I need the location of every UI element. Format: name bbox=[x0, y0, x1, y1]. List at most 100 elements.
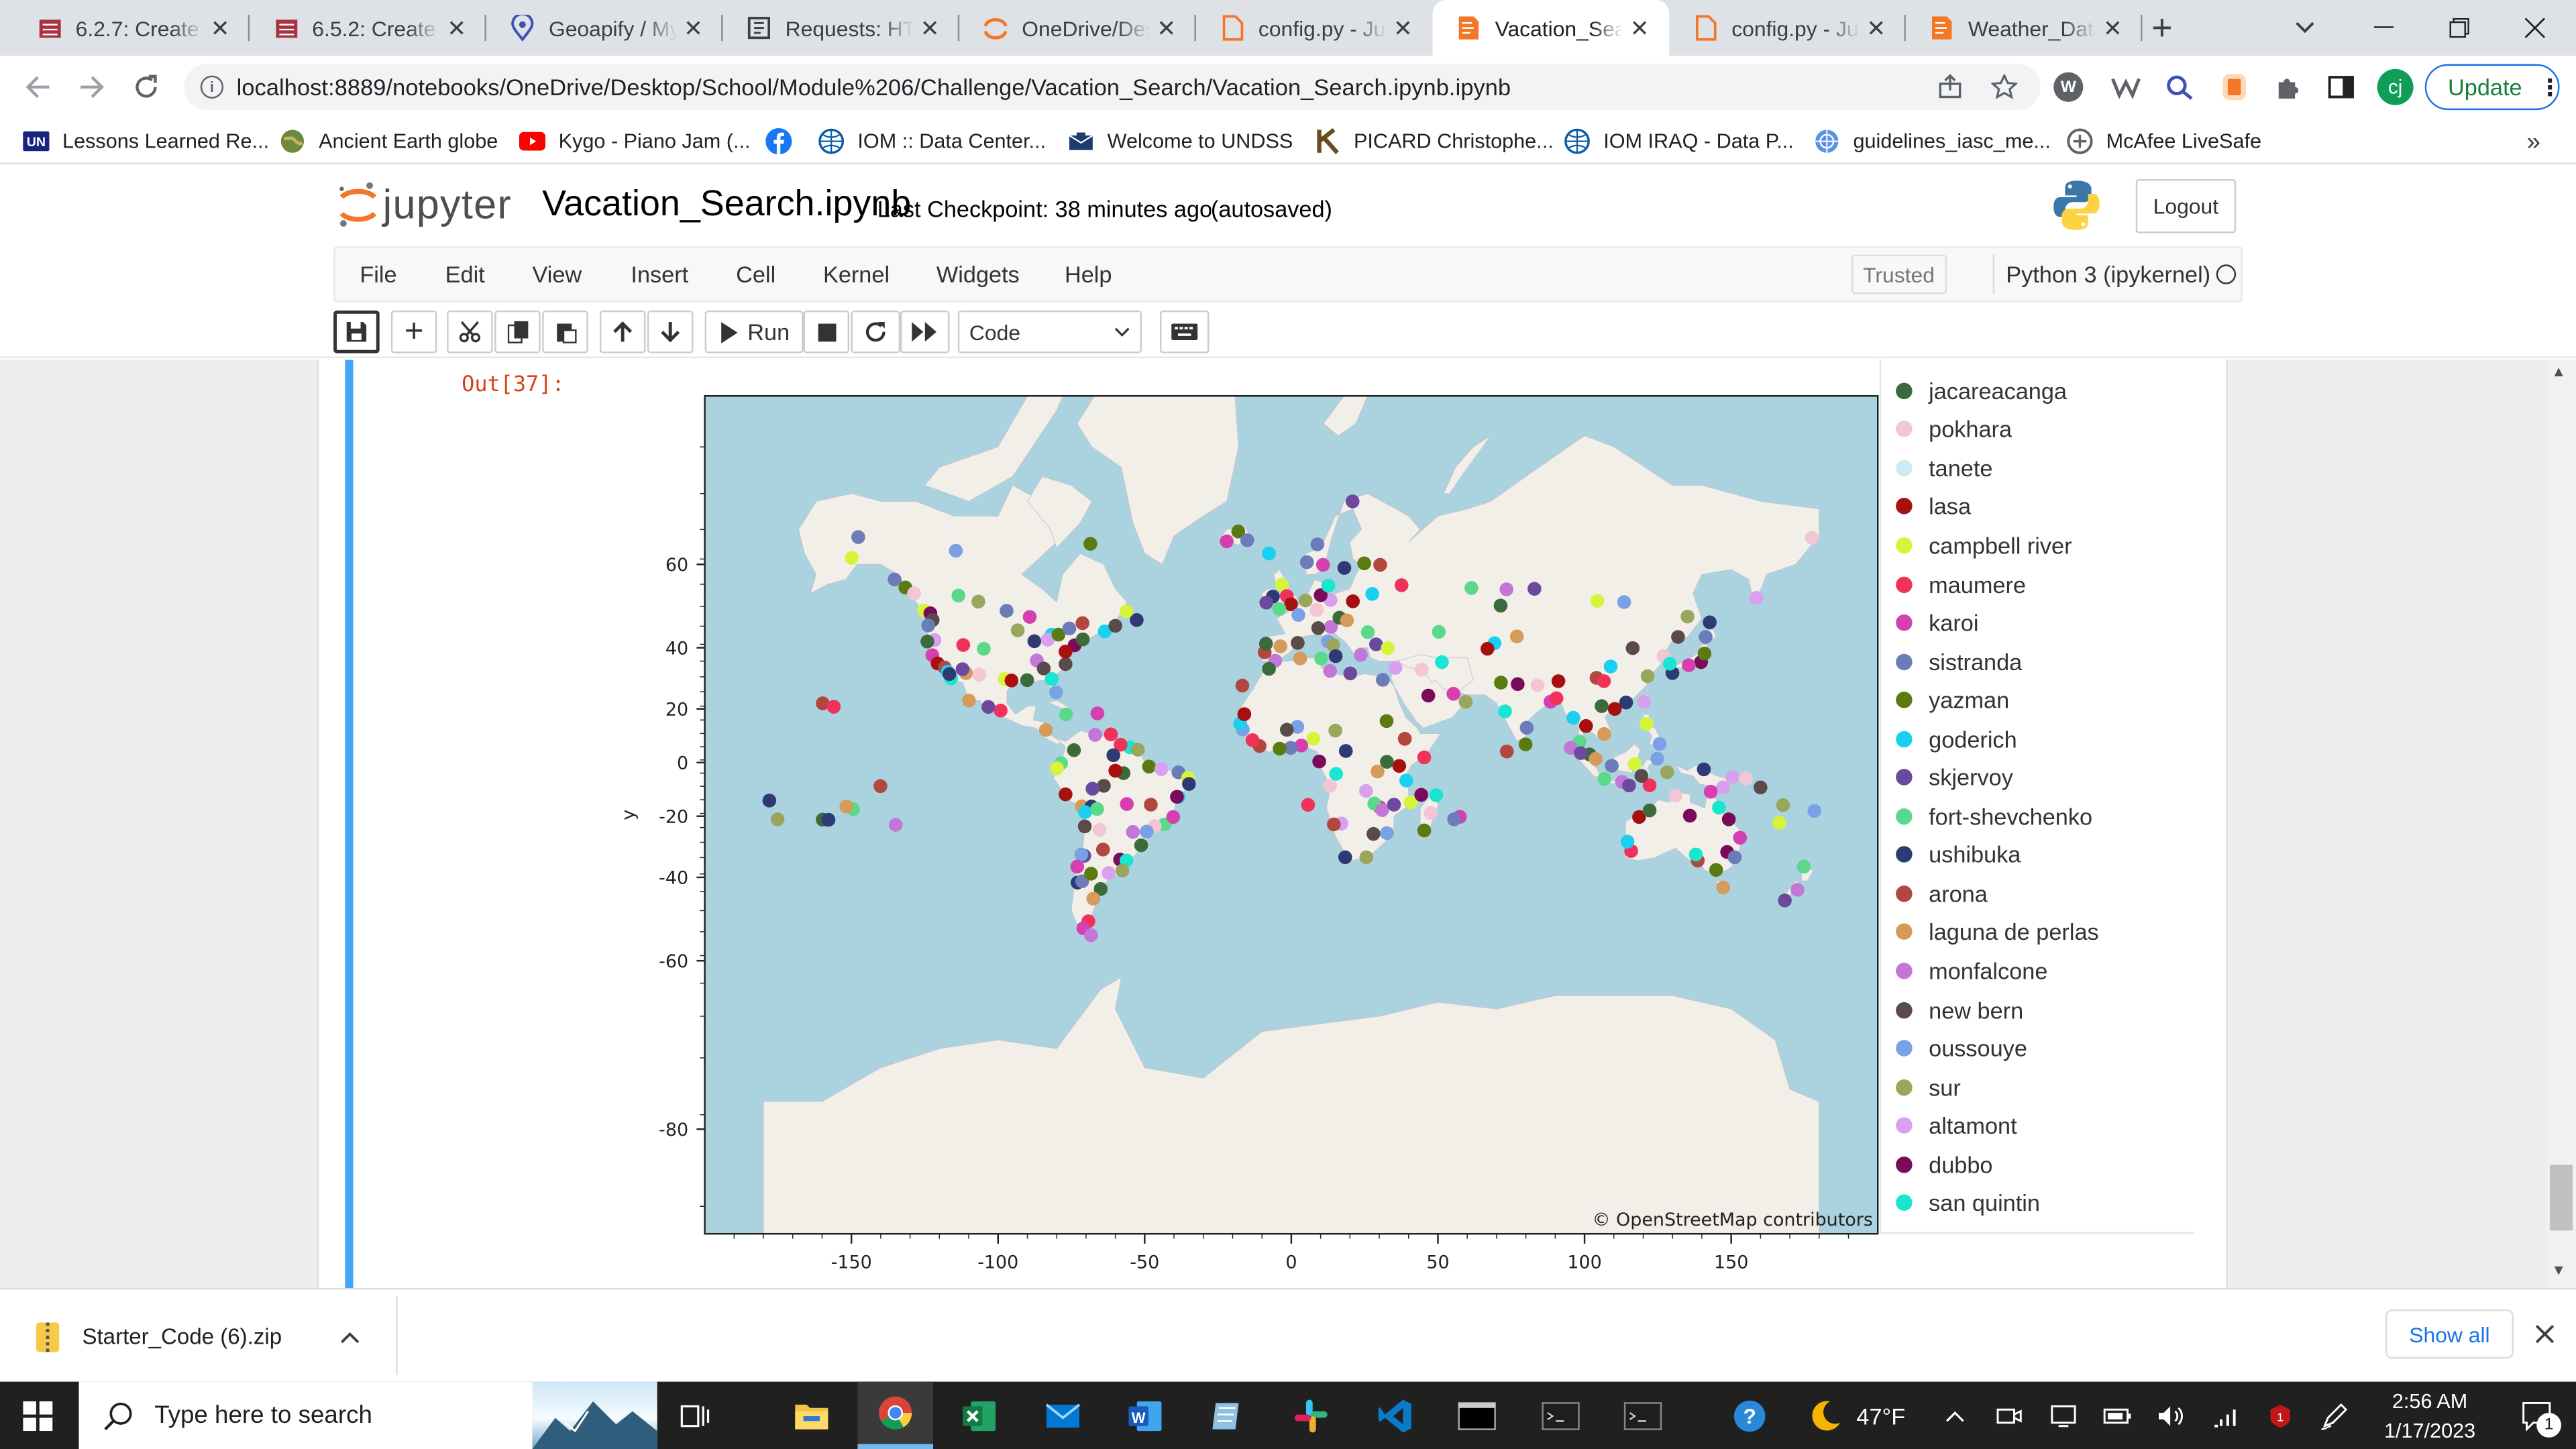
city-point[interactable] bbox=[1311, 621, 1326, 635]
city-point[interactable] bbox=[1086, 892, 1101, 906]
menu-edit[interactable]: Edit bbox=[445, 248, 485, 301]
city-point[interactable] bbox=[1392, 759, 1407, 773]
keyboard-icon[interactable] bbox=[1159, 310, 1210, 354]
city-point[interactable] bbox=[1050, 761, 1064, 775]
city-point[interactable] bbox=[1574, 746, 1588, 760]
tab-weather-data[interactable]: Weather_Data ✕ bbox=[1906, 0, 2143, 56]
city-point[interactable] bbox=[1414, 788, 1428, 802]
city-point[interactable] bbox=[1301, 798, 1316, 812]
city-point[interactable] bbox=[1530, 678, 1545, 692]
city-point[interactable] bbox=[1642, 803, 1657, 818]
city-point[interactable] bbox=[1293, 651, 1307, 665]
city-point[interactable] bbox=[921, 619, 935, 633]
city-point[interactable] bbox=[1022, 610, 1037, 624]
close-tab-icon[interactable]: ✕ bbox=[677, 14, 710, 42]
task-view-icon[interactable] bbox=[659, 1382, 735, 1449]
page-scrollbar[interactable]: ▲ ▼ bbox=[2546, 360, 2576, 1289]
city-point[interactable] bbox=[1262, 661, 1276, 676]
city-point[interactable] bbox=[1090, 706, 1105, 720]
trusted-indicator[interactable]: Trusted bbox=[1851, 254, 1947, 294]
city-point[interactable] bbox=[1519, 720, 1534, 735]
slack-icon[interactable] bbox=[1273, 1382, 1349, 1449]
city-point[interactable] bbox=[1424, 806, 1438, 820]
city-point[interactable] bbox=[1417, 823, 1432, 838]
city-point[interactable] bbox=[994, 703, 1008, 718]
city-point[interactable] bbox=[1660, 765, 1674, 780]
insert-cell-icon[interactable]: + bbox=[390, 310, 437, 354]
legend-entry[interactable]: ushibuka bbox=[1896, 836, 2021, 875]
city-point[interactable] bbox=[762, 794, 777, 808]
city-point[interactable] bbox=[1494, 676, 1508, 690]
city-point[interactable] bbox=[1518, 737, 1533, 751]
city-point[interactable] bbox=[1323, 663, 1337, 678]
bookmark-lessons-learned-re[interactable]: UN Lessons Learned Re... bbox=[23, 118, 269, 164]
city-point[interactable] bbox=[1329, 767, 1344, 781]
city-point[interactable] bbox=[1000, 604, 1014, 618]
city-point[interactable] bbox=[1020, 673, 1034, 688]
scroll-down-icon[interactable]: ▼ bbox=[2551, 1262, 2566, 1278]
city-point[interactable] bbox=[1493, 598, 1508, 612]
city-point[interactable] bbox=[951, 588, 966, 603]
city-point[interactable] bbox=[1697, 646, 1712, 661]
legend-entry[interactable]: arona bbox=[1896, 874, 1988, 913]
help-icon[interactable]: ? bbox=[1712, 1382, 1788, 1449]
excel-icon[interactable] bbox=[941, 1382, 1017, 1449]
windows-start-icon[interactable] bbox=[0, 1382, 76, 1449]
bookmark-facebook-icon[interactable] bbox=[765, 118, 805, 164]
city-point[interactable] bbox=[1379, 714, 1394, 729]
city-point[interactable] bbox=[1272, 602, 1287, 616]
city-point[interactable] bbox=[1354, 647, 1368, 662]
terminal-icon-1[interactable] bbox=[1439, 1382, 1515, 1449]
legend-entry[interactable]: pokhara bbox=[1896, 410, 2012, 449]
city-point[interactable] bbox=[1075, 632, 1090, 647]
city-point[interactable] bbox=[1360, 625, 1375, 639]
address-bar[interactable]: i localhost:8889/notebooks/OneDrive/Desk… bbox=[184, 64, 2041, 111]
city-point[interactable] bbox=[1359, 850, 1374, 865]
city-point[interactable] bbox=[1343, 666, 1358, 681]
city-point[interactable] bbox=[1170, 790, 1184, 804]
city-point[interactable] bbox=[1727, 850, 1742, 865]
close-tab-icon[interactable]: ✕ bbox=[1860, 14, 1892, 42]
city-point[interactable] bbox=[1668, 788, 1682, 803]
legend-entry[interactable]: goderich bbox=[1896, 720, 2017, 759]
mail-icon[interactable] bbox=[1025, 1382, 1101, 1449]
city-point[interactable] bbox=[839, 799, 854, 814]
city-point[interactable] bbox=[1075, 616, 1089, 631]
forward-icon[interactable] bbox=[67, 62, 116, 111]
legend-entry[interactable]: maumere bbox=[1896, 565, 2026, 604]
legend-entry[interactable]: lasa bbox=[1896, 487, 1971, 526]
city-point[interactable] bbox=[956, 638, 971, 652]
legend-entry[interactable]: oussouye bbox=[1896, 1029, 2027, 1068]
word-icon[interactable]: W bbox=[1108, 1382, 1183, 1449]
city-point[interactable] bbox=[1314, 651, 1328, 665]
city-point[interactable] bbox=[1481, 641, 1495, 656]
city-point[interactable] bbox=[1578, 718, 1593, 733]
city-point[interactable] bbox=[1617, 595, 1631, 609]
notebook-name[interactable]: Vacation_Search.ipynb bbox=[542, 182, 911, 225]
bookmark-welcome-to-undss[interactable]: Welcome to UNDSS bbox=[1068, 118, 1293, 164]
city-point[interactable] bbox=[1622, 778, 1636, 793]
city-point[interactable] bbox=[1345, 494, 1360, 508]
city-point[interactable] bbox=[1084, 867, 1098, 881]
city-point[interactable] bbox=[1590, 594, 1605, 608]
close-window-icon[interactable] bbox=[2497, 0, 2573, 56]
city-point[interactable] bbox=[1652, 737, 1667, 751]
city-point[interactable] bbox=[1309, 603, 1324, 617]
city-point[interactable] bbox=[1126, 824, 1140, 839]
download-chevron-icon[interactable] bbox=[340, 1322, 360, 1352]
city-point[interactable] bbox=[1597, 771, 1611, 786]
city-point[interactable] bbox=[1328, 723, 1342, 738]
close-tab-icon[interactable]: ✕ bbox=[1387, 14, 1419, 42]
extension-search-icon[interactable] bbox=[2162, 69, 2198, 105]
copy-icon[interactable] bbox=[494, 310, 541, 354]
city-point[interactable] bbox=[1298, 593, 1313, 608]
city-point[interactable] bbox=[1092, 822, 1107, 837]
city-point[interactable] bbox=[1680, 609, 1695, 624]
menu-widgets[interactable]: Widgets bbox=[936, 248, 1020, 301]
city-point[interactable] bbox=[1620, 835, 1635, 849]
legend-entry[interactable]: skjervoy bbox=[1896, 758, 2013, 797]
city-point[interactable] bbox=[1634, 769, 1649, 783]
extensions-puzzle-icon[interactable] bbox=[2271, 69, 2307, 105]
city-point[interactable] bbox=[1662, 657, 1677, 671]
city-point[interactable] bbox=[1432, 625, 1446, 639]
